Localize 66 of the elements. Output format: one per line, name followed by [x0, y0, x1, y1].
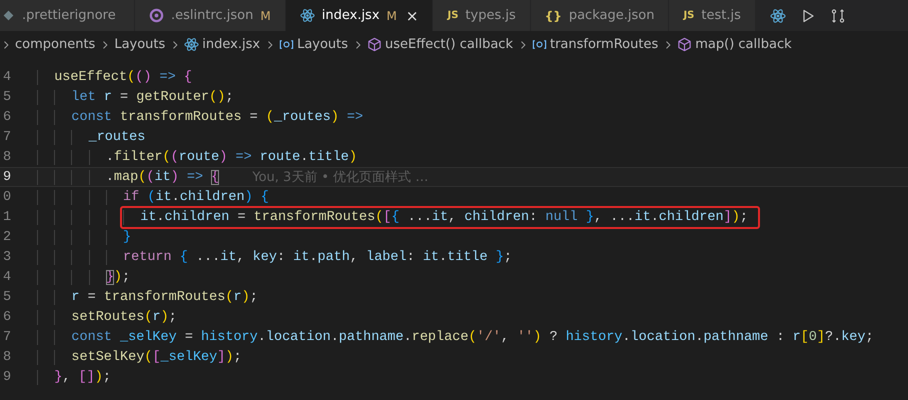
- breadcrumb-item[interactable]: map() callback: [695, 37, 793, 52]
- editor-tab[interactable]: .prettierignore: [0, 0, 135, 31]
- line-number: 6: [2, 110, 12, 124]
- tab-label: .eslintrc.json: [171, 8, 254, 23]
- variable-icon: [532, 37, 547, 52]
- file-type-label: {}: [544, 8, 562, 22]
- atom-icon: [300, 8, 315, 23]
- file-type-label: JS: [683, 10, 694, 21]
- cube-icon: [677, 37, 692, 52]
- editor-tab[interactable]: index.jsx M ×: [286, 0, 434, 31]
- line-number: 1: [2, 210, 12, 224]
- line-number: 5: [2, 90, 12, 104]
- breadcrumb-item[interactable]: transformRoutes: [550, 37, 660, 52]
- code-line: let r = getRouter();: [37, 90, 234, 104]
- code-line: }: [37, 230, 132, 244]
- editor-tab[interactable]: {} package.json: [530, 0, 670, 31]
- compare-changes-icon: [830, 8, 846, 24]
- breadcrumb-item[interactable]: Layouts: [114, 37, 166, 52]
- code-line: useEffect(() => {: [37, 70, 192, 84]
- atom-icon: [184, 37, 200, 52]
- line-number: 8: [2, 350, 12, 364]
- blame-annotation: You, 3天前 • 优化页面样式 …: [252, 169, 428, 186]
- breadcrumb-item[interactable]: useEffect() callback: [385, 37, 514, 52]
- code-line: .filter((route) => route.title): [37, 150, 358, 164]
- line-number: 9: [2, 370, 12, 384]
- editor-tab[interactable]: JS types.js: [433, 0, 531, 31]
- tab-label: test.js: [701, 8, 741, 23]
- variable-icon: [279, 37, 294, 52]
- ring-icon: [149, 8, 164, 23]
- line-number: 7: [2, 330, 12, 344]
- tab-label: package.json: [568, 8, 654, 23]
- tab-label: .prettierignore: [22, 8, 116, 23]
- code-line: return { ...it, key: it.path, label: it.title };: [37, 250, 512, 264]
- line-number: 7: [2, 130, 12, 144]
- line-number: 4: [2, 70, 12, 84]
- line-number: 0: [2, 190, 12, 204]
- line-number: 3: [2, 250, 12, 264]
- code-line: if (it.children) {: [37, 190, 269, 204]
- breadcrumb-item[interactable]: index.jsx: [202, 37, 262, 52]
- close-button[interactable]: ×: [406, 6, 418, 24]
- code-line: const transformRoutes = (_routes) =>: [37, 110, 364, 124]
- diamond-icon: [2, 9, 15, 22]
- line-number: 6: [2, 310, 12, 324]
- modified-label: M: [386, 8, 397, 22]
- code-line: setRoutes(r);: [37, 310, 177, 324]
- line-number: 9: [2, 170, 12, 184]
- code-line: setSelKey([_selKey]);: [37, 350, 242, 364]
- cube-icon: [367, 37, 382, 52]
- line-number: 8: [2, 150, 12, 164]
- code-line: it.children = transformRoutes([{ ...it, children: null }, ...it.children]);: [37, 210, 748, 224]
- code-line: r = transformRoutes(r);: [37, 290, 258, 304]
- tab-label: index.jsx: [322, 8, 380, 23]
- code-line: const _selKey = history.location.pathname.replace('/', '') ? history.location.pathname : r[0]?.key;: [37, 330, 874, 344]
- code-line: _routes: [37, 130, 146, 144]
- atom-icon: [770, 8, 786, 24]
- breadcrumb-item[interactable]: Layouts: [297, 37, 350, 52]
- line-number: 4: [2, 270, 12, 284]
- file-type-label: JS: [447, 10, 458, 21]
- tab-label: types.js: [465, 8, 516, 23]
- modified-label: M: [260, 8, 271, 22]
- line-number: 5: [2, 290, 12, 304]
- breadcrumb-item[interactable]: components: [15, 37, 96, 52]
- editor-tab[interactable]: JS test.js: [669, 0, 756, 31]
- code-line: }, []);: [37, 370, 111, 384]
- editor-tab[interactable]: .eslintrc.json M: [135, 0, 286, 31]
- line-number: 2: [2, 230, 12, 244]
